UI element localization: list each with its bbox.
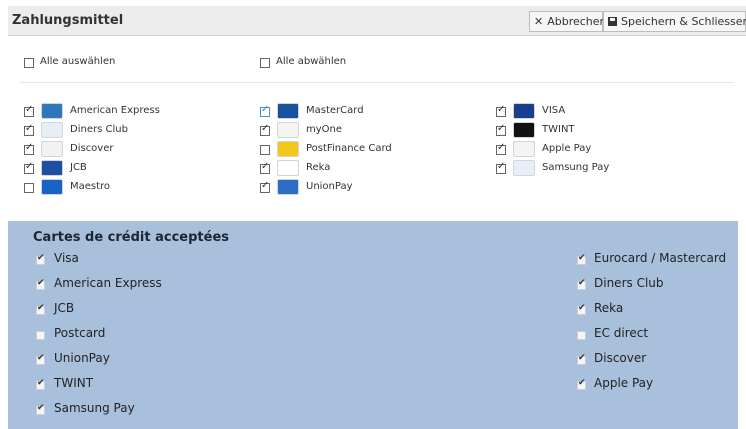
- save-icon: [608, 17, 617, 26]
- accepted-card-checkbox[interactable]: [36, 353, 45, 365]
- accepted-card-checkbox[interactable]: [36, 378, 45, 390]
- accepted-card-label[interactable]: TWINT: [54, 376, 93, 390]
- accepted-card-label[interactable]: Apple Pay: [594, 376, 653, 390]
- accepted-card-label[interactable]: JCB: [54, 301, 74, 315]
- payment-method-checkbox[interactable]: [24, 183, 34, 193]
- accepted-card-label[interactable]: Visa: [54, 251, 79, 265]
- accepted-card-checkbox[interactable]: [577, 303, 586, 315]
- payment-method-label[interactable]: TWINT: [542, 124, 575, 135]
- payment-method-label[interactable]: VISA: [542, 105, 565, 116]
- save-close-button[interactable]: Speichern & Schliessen: [603, 11, 746, 32]
- divider: [20, 82, 734, 83]
- payment-method-label[interactable]: American Express: [70, 105, 160, 116]
- payment-method-label[interactable]: Discover: [70, 143, 114, 154]
- apple-pay-logo-icon: [513, 141, 535, 157]
- payment-method-checkbox[interactable]: [260, 123, 270, 136]
- accepted-card-checkbox[interactable]: [577, 253, 586, 265]
- payment-method-label[interactable]: Reka: [306, 162, 330, 173]
- select-all-label[interactable]: Alle auswählen: [40, 56, 115, 67]
- payment-method-label[interactable]: myOne: [306, 124, 342, 135]
- accepted-card-label[interactable]: Eurocard / Mastercard: [594, 251, 726, 265]
- deselect-all-checkbox[interactable]: [260, 58, 270, 68]
- payment-method-checkbox[interactable]: [260, 161, 270, 174]
- accepted-card-label[interactable]: UnionPay: [54, 351, 110, 365]
- deselect-all-label[interactable]: Alle abwählen: [276, 56, 346, 67]
- postfinance-logo-icon: [277, 141, 299, 157]
- save-label: Speichern & Schliessen: [621, 15, 746, 28]
- payment-method-checkbox[interactable]: [24, 161, 34, 174]
- payment-method-checkbox[interactable]: [24, 142, 34, 155]
- payment-method-checkbox[interactable]: [260, 145, 270, 155]
- discover-logo-icon: [41, 122, 63, 138]
- accepted-card-checkbox[interactable]: [36, 278, 45, 290]
- payment-method-label[interactable]: Diners Club: [70, 124, 128, 135]
- accepted-card-label[interactable]: Diners Club: [594, 276, 664, 290]
- reka-logo-icon: [277, 160, 299, 176]
- payment-method-checkbox[interactable]: [260, 180, 270, 193]
- accepted-card-checkbox[interactable]: [577, 378, 586, 390]
- accepted-card-checkbox[interactable]: [36, 303, 45, 315]
- accepted-card-label[interactable]: Reka: [594, 301, 623, 315]
- payment-method-checkbox[interactable]: [260, 104, 270, 117]
- accepted-card-checkbox[interactable]: [36, 331, 45, 340]
- maestro-logo-icon: [41, 179, 63, 195]
- payment-method-checkbox[interactable]: [496, 104, 506, 117]
- unionpay-logo-icon: [277, 179, 299, 195]
- myone-card-icon: [277, 122, 299, 138]
- payment-method-label[interactable]: Maestro: [70, 181, 110, 192]
- accepted-cards-title: Cartes de crédit acceptées: [33, 230, 229, 245]
- accepted-card-checkbox[interactable]: [577, 353, 586, 365]
- accepted-card-checkbox[interactable]: [577, 331, 586, 340]
- dialog-header: Zahlungsmittel ✕ Abbrechen Speichern & Sc…: [8, 6, 746, 36]
- accepted-card-label[interactable]: Discover: [594, 351, 646, 365]
- accepted-cards-panel: Cartes de crédit acceptées Visa American …: [8, 221, 738, 429]
- mastercard-logo-icon: [277, 103, 299, 119]
- payment-method-checkbox[interactable]: [24, 104, 34, 117]
- accepted-card-checkbox[interactable]: [36, 253, 45, 265]
- accepted-card-checkbox[interactable]: [36, 403, 45, 415]
- payment-method-checkbox[interactable]: [496, 142, 506, 155]
- payment-methods-dialog: Zahlungsmittel ✕ Abbrechen Speichern & Sc…: [8, 6, 746, 213]
- payment-method-label[interactable]: PostFinance Card: [306, 143, 392, 154]
- discover-card-icon: [41, 141, 63, 157]
- accepted-card-label[interactable]: Samsung Pay: [54, 401, 135, 415]
- payment-method-checkbox[interactable]: [496, 161, 506, 174]
- cancel-button[interactable]: ✕ Abbrechen: [529, 11, 607, 32]
- jcb-logo-icon: [41, 160, 63, 176]
- payment-method-label[interactable]: JCB: [70, 162, 87, 173]
- payment-method-checkbox[interactable]: [496, 123, 506, 136]
- accepted-card-label[interactable]: Postcard: [54, 326, 105, 340]
- payment-method-label[interactable]: UnionPay: [306, 181, 353, 192]
- select-all-checkbox[interactable]: [24, 58, 34, 68]
- samsung-pay-logo-icon: [513, 160, 535, 176]
- dialog-title: Zahlungsmittel: [12, 13, 124, 28]
- amex-logo-icon: [41, 103, 63, 119]
- close-icon: ✕: [534, 15, 544, 28]
- payment-method-label[interactable]: Apple Pay: [542, 143, 591, 154]
- payment-method-checkbox[interactable]: [24, 123, 34, 136]
- payment-method-label[interactable]: Samsung Pay: [542, 162, 609, 173]
- visa-logo-icon: [513, 103, 535, 119]
- accepted-card-label[interactable]: EC direct: [594, 326, 648, 340]
- payment-method-label[interactable]: MasterCard: [306, 105, 364, 116]
- accepted-card-label[interactable]: American Express: [54, 276, 162, 290]
- accepted-card-checkbox[interactable]: [577, 278, 586, 290]
- twint-logo-icon: [513, 122, 535, 138]
- cancel-label: Abbrechen: [547, 15, 607, 28]
